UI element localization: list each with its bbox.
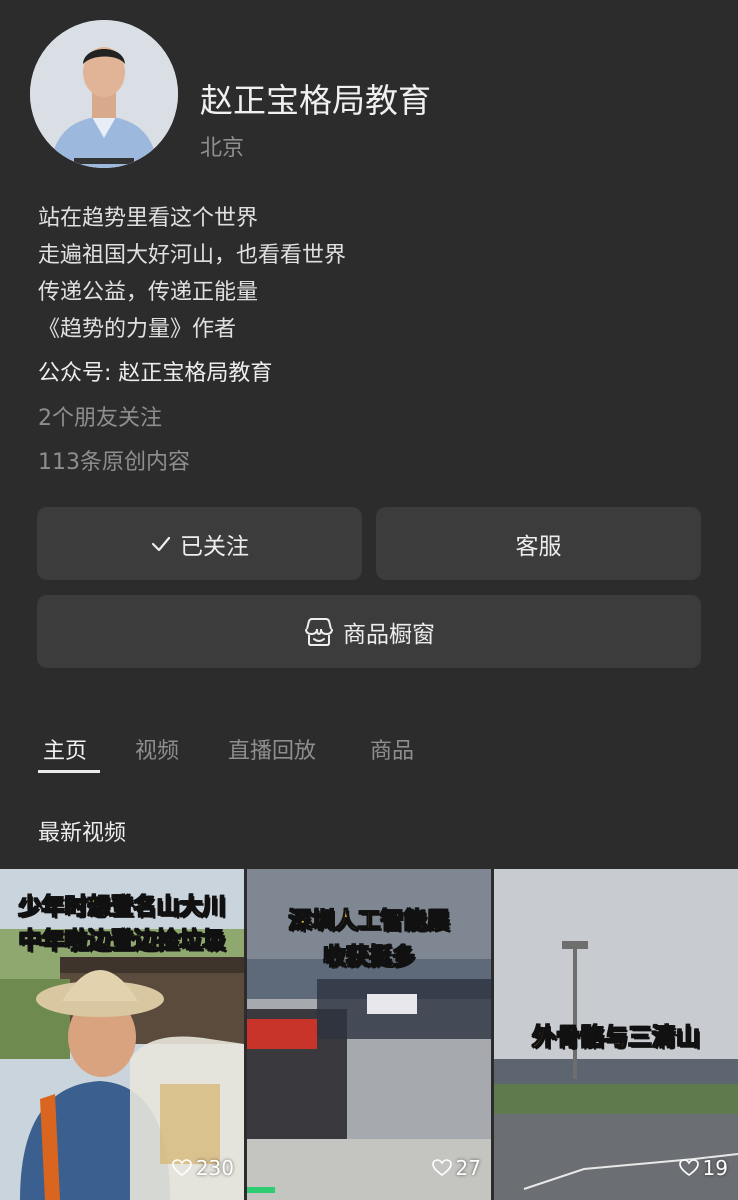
section-title-latest-videos: 最新视频 [38, 821, 127, 846]
avatar[interactable] [30, 20, 178, 168]
shop-window-button[interactable]: 商品橱窗 [37, 595, 701, 668]
original-content-count: 113条原创内容 [38, 450, 190, 475]
customer-service-label: 客服 [515, 533, 562, 560]
shop-window-icon [305, 617, 333, 646]
profile-name: 赵正宝格局教育 [200, 81, 431, 120]
profile-header: 赵正宝格局教育 北京 [30, 20, 710, 170]
bio: 站在趋势里看这个世界 走遍祖国大好河山，也看看世界 传递公益，传递正能量 《趋势… [38, 200, 698, 348]
profile-location: 北京 [200, 136, 245, 161]
like-count-value: 230 [195, 1156, 234, 1180]
like-count: 27 [431, 1156, 481, 1180]
video-card[interactable]: 深圳人工智能展 收获挺多 27 [247, 869, 491, 1200]
shop-window-label: 商品橱窗 [343, 621, 435, 648]
like-count-value: 27 [455, 1156, 481, 1180]
video-caption-line: 中年啦边登边捡垃圾 [18, 928, 226, 955]
tab-bar: 主页 视频 直播回放 商品 [38, 733, 698, 777]
tab-products[interactable]: 商品 [370, 733, 414, 765]
customer-service-button[interactable]: 客服 [376, 507, 701, 580]
tab-home[interactable]: 主页 [43, 733, 87, 765]
video-card[interactable]: 少年时想登名山大川 中年啦边登边捡垃圾 230 [0, 869, 244, 1200]
video-caption-line: 少年时想登名山大川 [18, 894, 226, 921]
video-grid: 少年时想登名山大川 中年啦边登边捡垃圾 230 深圳人工智能展 收获挺多 27 … [0, 869, 738, 1200]
check-icon [151, 536, 171, 551]
like-count-value: 19 [702, 1156, 728, 1180]
heart-icon [431, 1159, 452, 1176]
followed-button-label: 已关注 [180, 533, 249, 560]
video-caption-line: 深圳人工智能展 [288, 908, 450, 935]
video-card[interactable]: 外骨骼与三清山 19 [494, 869, 738, 1200]
video-caption-line: 外骨骼与三清山 [532, 1023, 701, 1052]
official-account-link[interactable]: 公众号: 赵正宝格局教育 [38, 355, 272, 387]
heart-icon [172, 1159, 192, 1176]
friends-follow-count[interactable]: 2个朋友关注 [38, 400, 162, 432]
bio-line: 走遍祖国大好河山，也看看世界 [38, 243, 347, 268]
heart-icon [678, 1159, 699, 1176]
bio-line: 《趋势的力量》作者 [38, 317, 237, 342]
tab-live-replay[interactable]: 直播回放 [228, 733, 316, 765]
tab-videos[interactable]: 视频 [135, 733, 179, 765]
active-tab-indicator [38, 770, 100, 773]
bio-line: 站在趋势里看这个世界 [38, 206, 259, 231]
video-caption-line: 收获挺多 [323, 944, 416, 971]
like-count: 230 [172, 1156, 234, 1180]
followed-button[interactable]: 已关注 [37, 507, 362, 580]
like-count: 19 [678, 1156, 728, 1180]
bio-line: 传递公益，传递正能量 [38, 280, 259, 305]
